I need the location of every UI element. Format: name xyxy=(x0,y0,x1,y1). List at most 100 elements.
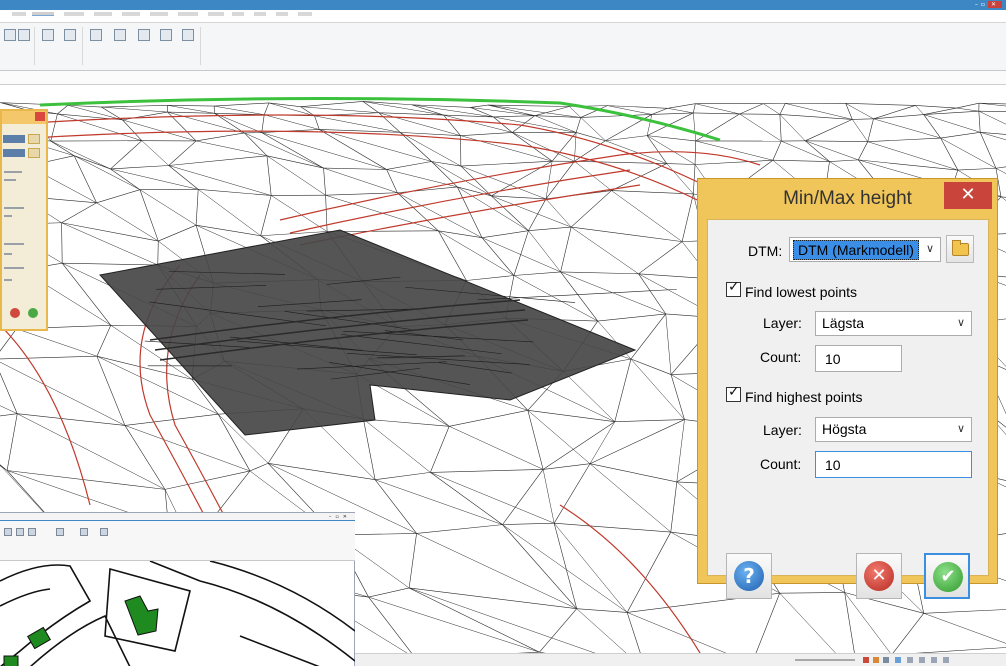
ribbon-tab[interactable] xyxy=(232,12,244,16)
highest-layer-select[interactable]: Högsta ∨ xyxy=(815,417,972,442)
mesh-edge xyxy=(122,119,197,142)
lowest-layer-select[interactable]: Lägsta ∨ xyxy=(815,311,972,336)
ribbon-tab[interactable] xyxy=(12,12,26,16)
mesh-edge xyxy=(374,479,417,534)
mesh-edge xyxy=(16,328,97,357)
ribbon-tab-active[interactable] xyxy=(32,12,54,16)
tool-icon xyxy=(114,29,126,41)
ribbon-tab[interactable] xyxy=(64,12,84,16)
mesh-edge xyxy=(693,112,740,115)
ribbon-tab[interactable] xyxy=(254,12,266,16)
mesh-edge xyxy=(110,140,143,170)
ribbon-button[interactable] xyxy=(156,29,176,59)
mesh-edge xyxy=(805,140,868,142)
ribbon-tab[interactable] xyxy=(94,12,112,16)
mesh-edge xyxy=(554,522,671,533)
lowest-count-input[interactable] xyxy=(815,345,902,372)
tool-icon xyxy=(18,29,30,41)
ribbon-button[interactable] xyxy=(60,29,80,59)
lowest-count-field[interactable] xyxy=(816,346,901,371)
quick-access-strip xyxy=(0,71,1006,85)
status-icon[interactable] xyxy=(931,657,937,663)
ribbon-tab[interactable] xyxy=(208,12,224,16)
find-highest-checkbox[interactable]: ✓ xyxy=(726,384,741,402)
mesh-edge xyxy=(323,167,387,170)
ribbon-tab[interactable] xyxy=(178,12,198,16)
left-panel-text xyxy=(4,215,12,217)
mesh-edge xyxy=(571,226,683,242)
left-panel-button[interactable] xyxy=(28,148,40,158)
plan-tool-icon[interactable] xyxy=(56,528,64,536)
status-icon[interactable] xyxy=(895,657,901,663)
help-button[interactable]: ? xyxy=(726,553,772,599)
cancel-button[interactable]: ✕ xyxy=(856,553,902,599)
left-panel-field[interactable] xyxy=(3,135,25,143)
ribbon-tab[interactable] xyxy=(298,12,312,16)
ribbon-button[interactable] xyxy=(134,29,154,59)
mesh-edge xyxy=(493,116,577,133)
mesh-edge xyxy=(300,101,363,107)
mesh-edge xyxy=(266,155,272,196)
left-panel-ok-icon[interactable] xyxy=(28,308,38,318)
mesh-edge xyxy=(481,237,515,276)
ribbon-tab[interactable] xyxy=(122,12,140,16)
mesh-edge xyxy=(560,271,639,275)
plan-tool-icon[interactable] xyxy=(80,528,88,536)
mesh-edge xyxy=(17,413,166,490)
ribbon-button[interactable] xyxy=(110,29,130,59)
status-icon[interactable] xyxy=(907,657,913,663)
help-icon: ? xyxy=(734,561,764,591)
ribbon-button[interactable] xyxy=(14,29,34,59)
ribbon-tab[interactable] xyxy=(150,12,168,16)
status-icon[interactable] xyxy=(919,657,925,663)
left-panel-cancel-icon[interactable] xyxy=(10,308,20,318)
ribbon-button[interactable] xyxy=(38,29,58,59)
plan-tool-icon[interactable] xyxy=(28,528,36,536)
dialog-close-button[interactable]: ✕ xyxy=(944,182,992,209)
status-icon[interactable] xyxy=(943,657,949,663)
dtm-label: DTM: xyxy=(748,243,783,259)
status-icon[interactable] xyxy=(883,657,889,663)
mesh-edge xyxy=(460,160,553,167)
left-tool-panel xyxy=(0,109,48,331)
mesh-edge xyxy=(528,226,572,232)
mesh-edge xyxy=(61,222,158,266)
mesh-edge xyxy=(676,419,685,482)
plan-tool-icon[interactable] xyxy=(16,528,24,536)
plan-view-window-controls[interactable]: –▫✕ xyxy=(329,513,351,521)
mesh-edge xyxy=(695,140,773,161)
mesh-edge xyxy=(158,224,197,242)
mesh-edge xyxy=(614,419,685,423)
plan-tool-icon[interactable] xyxy=(4,528,12,536)
mesh-edge xyxy=(460,132,513,136)
ribbon-tab[interactable] xyxy=(276,12,288,16)
browse-dtm-button[interactable] xyxy=(946,235,974,263)
mesh-edge xyxy=(375,472,431,481)
highest-count-input[interactable] xyxy=(815,451,972,478)
left-panel-close-icon[interactable] xyxy=(35,112,45,121)
dtm-select[interactable]: DTM (Markmodell) ∨ xyxy=(789,237,941,262)
plan-map[interactable] xyxy=(0,561,355,666)
window-controls[interactable]: –▫ ✕ xyxy=(975,1,1002,8)
find-lowest-checkbox[interactable]: ✓ xyxy=(726,279,741,297)
mesh-edge xyxy=(805,119,853,142)
status-icon[interactable] xyxy=(873,657,879,663)
left-panel-button[interactable] xyxy=(28,134,40,144)
lowest-layer-label: Layer: xyxy=(763,315,802,331)
mesh-edge xyxy=(553,463,591,524)
ok-button[interactable]: ✔ xyxy=(924,553,970,599)
checkmark-icon: ✓ xyxy=(728,384,740,400)
left-panel-field[interactable] xyxy=(3,149,25,157)
highest-count-field[interactable] xyxy=(816,452,971,477)
mesh-edge xyxy=(607,105,668,109)
ribbon-button[interactable] xyxy=(86,29,106,59)
status-icon[interactable] xyxy=(863,657,869,663)
lowest-count-label: Count: xyxy=(760,349,802,365)
plan-tool-icon[interactable] xyxy=(100,528,108,536)
mesh-edge xyxy=(110,165,169,170)
ribbon-button[interactable] xyxy=(178,29,198,59)
mesh-edge xyxy=(198,189,261,236)
mesh-edge xyxy=(923,609,1006,614)
chevron-down-icon: ∨ xyxy=(956,422,965,435)
mesh-edge xyxy=(124,413,219,426)
